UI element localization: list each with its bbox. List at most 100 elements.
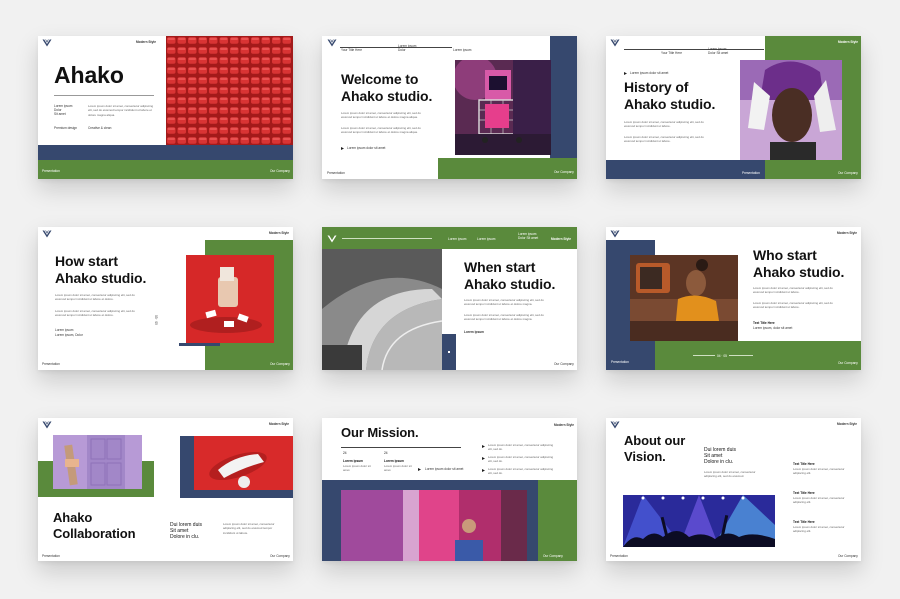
- how-paragraph-2: Lorem ipsum dolor sit amet, consectetur …: [55, 309, 135, 318]
- vision-item-3-title: Text Title Here: [793, 520, 815, 524]
- logo-icon: [327, 39, 337, 47]
- footer-left: Presentation: [42, 554, 60, 558]
- who-title-2: Ahako studio.: [753, 264, 845, 280]
- nav-item-3: Lorem ipsum: [453, 48, 472, 52]
- slide-3-history[interactable]: Your Title Here Lorem ipsum Dolor Sit am…: [606, 36, 861, 179]
- arrow-icon: [341, 147, 344, 150]
- stat-1-number: 24: [343, 451, 347, 455]
- navy-bar: [179, 343, 220, 346]
- when-title-1: When start: [464, 259, 536, 275]
- corner-label: Modern Style: [837, 422, 858, 426]
- green-header: Lorem ipsum Lorem ipsum Lorem ipsum Dolo…: [322, 227, 577, 249]
- when-paragraph-1: Lorem ipsum dolor sit amet, consectetur …: [464, 298, 544, 307]
- history-paragraph-1: Lorem ipsum dolor sit amet, consectetur …: [624, 120, 704, 129]
- arrow-icon: [624, 72, 627, 75]
- red-seats-photo: [166, 36, 293, 146]
- when-title-2: Ahako studio.: [464, 276, 556, 292]
- nav-rule: [624, 49, 764, 50]
- footer-left: Presentation: [611, 360, 629, 364]
- how-paragraph-1: Lorem ipsum dolor sit amet, consectetur …: [55, 293, 135, 302]
- when-link[interactable]: Lorem ipsum: [464, 330, 484, 334]
- corner-label: Modern Style: [269, 231, 290, 235]
- slide-4-how-start[interactable]: Modern Style 03 · 05 How start Ahako stu…: [38, 227, 293, 370]
- footer-right: Our Company: [270, 362, 290, 366]
- footer-right: Our Company: [838, 361, 858, 365]
- welcome-link[interactable]: Lorem ipsum dolor sit amet: [347, 146, 385, 150]
- nav-item-1: Your Title Here: [341, 48, 362, 52]
- who-paragraph-1: Lorem ipsum dolor sit amet, consectetur …: [753, 286, 833, 295]
- vision-item-3-desc: Lorem ipsum dolor sit amet, consectetur …: [793, 525, 845, 534]
- slide-6-who-start[interactable]: Modern Style Who start Ahako studio. Lor…: [606, 227, 861, 370]
- header-rule: [342, 238, 432, 239]
- welcome-title-2: Ahako studio.: [341, 88, 433, 104]
- sub-title: Text Title Here: [753, 321, 775, 325]
- collab-title-2: Collaboration: [53, 526, 136, 541]
- logo-icon: [327, 235, 337, 243]
- who-title-1: Who start: [753, 247, 817, 263]
- bullet-label: Lorem ipsum dolor sit amet: [630, 71, 669, 75]
- footer-left: Presentation: [42, 362, 60, 366]
- logo-icon: [610, 230, 620, 238]
- corner-label: Modern Style: [136, 40, 157, 44]
- history-paragraph-2: Lorem ipsum dolor sit amet, consectetur …: [624, 135, 704, 144]
- vision-title-1: About our: [624, 433, 686, 448]
- vision-item-1-title: Text Title Here: [793, 462, 815, 466]
- nav-item-2: Lorem ipsum Dolor: [398, 44, 417, 53]
- history-title-2: Ahako studio.: [624, 96, 716, 112]
- shopping-cart-photo: [455, 60, 551, 155]
- nav-item-1: Your Title Here: [661, 51, 682, 55]
- vision-title-2: Vision.: [624, 449, 666, 464]
- sub-desc: Lorem ipsum, dolor sit amet: [753, 326, 793, 330]
- slide-2-welcome[interactable]: Your Title Here Lorem ipsum Dolor Lorem …: [322, 36, 577, 179]
- mission-point-2: Lorem ipsum dolor sit amet, consectetur …: [488, 455, 554, 464]
- green-footer: Our Company: [765, 160, 861, 179]
- logo-icon: [42, 230, 52, 238]
- footer-left: Presentation: [42, 169, 60, 173]
- arrow-icon: [482, 457, 485, 460]
- footer-right: Our Company: [838, 171, 858, 175]
- mission-link[interactable]: Lorem ipsum dolor sit amet: [425, 467, 463, 471]
- footer-left: Presentation: [742, 171, 760, 175]
- nav-item-2: Lorem ipsum: [477, 237, 496, 241]
- red-hand-photo: [186, 255, 274, 343]
- green-footer: Our Company: [438, 158, 577, 179]
- stat-1-label: Lorem ipsum: [343, 459, 364, 463]
- portrait-photo: [740, 60, 842, 160]
- mission-point-1: Lorem ipsum dolor sit amet, consectetur …: [488, 443, 554, 452]
- stats-rule: [341, 447, 461, 448]
- arrow-icon: [482, 469, 485, 472]
- page-number: 04 · 05: [715, 354, 729, 359]
- corner-label: Modern Style: [837, 231, 858, 235]
- purple-door-photo: [53, 435, 142, 489]
- slide-7-collaboration[interactable]: Modern Style Ahako Collaboration Dui lor…: [38, 418, 293, 561]
- collab-title-1: Ahako: [53, 510, 93, 525]
- nav-item-3: Lorem ipsum Dolor Sit amet: [518, 232, 539, 241]
- footer-right: Our Company: [554, 170, 574, 174]
- mission-point-3: Lorem ipsum dolor sit amet, consectetur …: [488, 467, 554, 476]
- navy-band: [38, 145, 293, 160]
- logo-icon: [610, 421, 620, 429]
- welcome-paragraph-2: Lorem ipsum dolor sit amet, consectetur …: [341, 126, 421, 135]
- label-left: Premium design: [54, 126, 78, 130]
- slide-8-mission[interactable]: Our Mission. Modern Style 24 Lorem ipsum…: [322, 418, 577, 561]
- footer-right: Our Company: [554, 362, 574, 366]
- vision-mid-3: Dolore in clu.: [704, 459, 734, 465]
- footer-left: Presentation: [610, 554, 628, 558]
- green-band: Presentation Our Company: [38, 160, 293, 179]
- slide-5-when-start[interactable]: Lorem ipsum Lorem ipsum Lorem ipsum Dolo…: [322, 227, 577, 370]
- slide-1-cover[interactable]: Modern Style Ahako Lorem ipsum Dolor Sit…: [38, 36, 293, 179]
- logo-icon: [610, 39, 620, 47]
- corner-label: Modern Style: [269, 422, 290, 426]
- pink-wall-photo: [341, 490, 527, 561]
- slide-9-vision[interactable]: Modern Style About our Vision. Dui lorem…: [606, 418, 861, 561]
- concert-photo: [623, 495, 775, 547]
- label-right: Creative & clean: [88, 126, 112, 130]
- welcome-paragraph-1: Lorem ipsum dolor sit amet, consectetur …: [341, 111, 421, 120]
- corner-label: Modern Style: [551, 237, 572, 241]
- how-title-2: Ahako studio.: [55, 270, 147, 286]
- arrow-icon: [418, 468, 421, 471]
- green-footer: 04 · 05 Our Company: [655, 341, 861, 370]
- welcome-title-1: Welcome to: [341, 71, 419, 87]
- footer-right: Our Company: [270, 169, 290, 173]
- title-divider: [54, 95, 154, 96]
